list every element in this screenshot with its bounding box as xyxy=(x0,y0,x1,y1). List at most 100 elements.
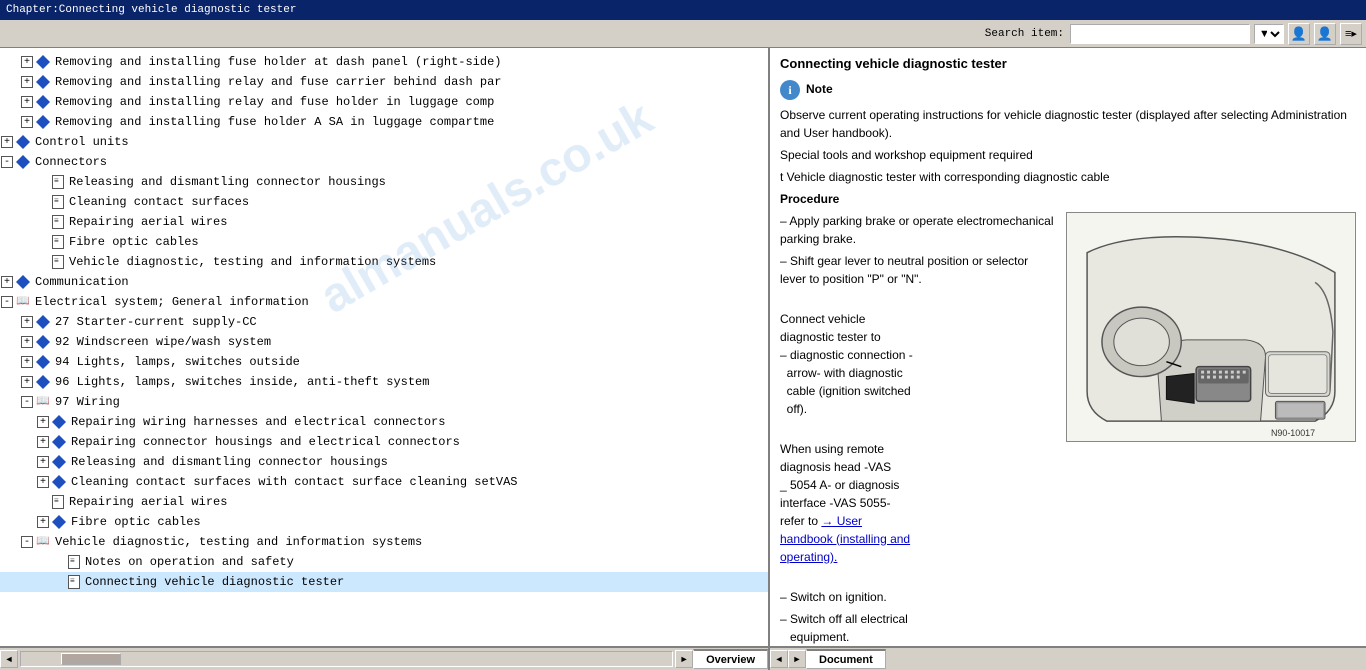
folder-icon-4 xyxy=(36,115,50,129)
tree-item-10[interactable]: Fibre optic cables xyxy=(0,232,768,252)
tree-item-18[interactable]: -📖97 Wiring xyxy=(0,392,768,412)
tree-label-17: 96 Lights, lamps, switches inside, anti-… xyxy=(55,373,429,391)
tree-label-27: Connecting vehicle diagnostic tester xyxy=(85,573,344,591)
doc-icon-10 xyxy=(52,235,64,249)
tree-item-23[interactable]: Repairing aerial wires xyxy=(0,492,768,512)
tree-label-3: Removing and installing relay and fuse h… xyxy=(55,93,494,111)
tree-label-20: Repairing connector housings and electri… xyxy=(71,433,460,451)
folder-icon-3 xyxy=(36,95,50,109)
tab-overview[interactable]: Overview xyxy=(693,649,768,669)
tree-item-9[interactable]: Repairing aerial wires xyxy=(0,212,768,232)
folder-icon-1 xyxy=(36,55,50,69)
folder-icon-5 xyxy=(16,135,30,149)
tree-content[interactable]: + Removing and installing fuse holder at … xyxy=(0,48,768,646)
horizontal-scrollbar-left[interactable] xyxy=(20,651,673,667)
scroll-right-btn-2[interactable]: ► xyxy=(788,650,806,668)
tree-item-21[interactable]: +Releasing and dismantling connector hou… xyxy=(0,452,768,472)
scrollbar-thumb-left[interactable] xyxy=(61,653,121,665)
tree-label-22: Cleaning contact surfaces with contact s… xyxy=(71,473,517,491)
tree-item-25[interactable]: -📖 Vehicle diagnostic, testing and inform… xyxy=(0,532,768,552)
expand-icon-16[interactable]: + xyxy=(21,356,33,368)
tree-item-12[interactable]: + Communication xyxy=(0,272,768,292)
tree-item-3[interactable]: + Removing and installing relay and fuse … xyxy=(0,92,768,112)
doc-icon-23 xyxy=(52,495,64,509)
tree-item-13[interactable]: -📖 Electrical system; General information xyxy=(0,292,768,312)
handbook-link[interactable]: → Userhandbook (installing andoperating)… xyxy=(780,514,910,564)
tree-item-24[interactable]: + Fibre optic cables xyxy=(0,512,768,532)
doc-title: Connecting vehicle diagnostic tester xyxy=(780,54,1356,74)
tree-item-4[interactable]: + Removing and installing fuse holder A S… xyxy=(0,112,768,132)
expand-icon-17[interactable]: + xyxy=(21,376,33,388)
tree-item-11[interactable]: Vehicle diagnostic, testing and informat… xyxy=(0,252,768,272)
scroll-right-btn[interactable]: ► xyxy=(675,650,693,668)
step-2: – Shift gear lever to neutral position o… xyxy=(780,252,1056,288)
step-5: – Switch on ignition. xyxy=(780,588,1056,606)
tree-label-10: Fibre optic cables xyxy=(69,233,199,251)
expand-icon-5[interactable]: + xyxy=(1,136,13,148)
expand-icon-21[interactable]: + xyxy=(37,456,49,468)
tree-item-7[interactable]: Releasing and dismantling connector hous… xyxy=(0,172,768,192)
note-box-1: i Note xyxy=(780,80,1356,100)
tree-item-22[interactable]: + Cleaning contact surfaces with contact … xyxy=(0,472,768,492)
expand-icon-24[interactable]: + xyxy=(37,516,49,528)
scroll-left-btn[interactable]: ◄ xyxy=(0,650,18,668)
tree-item-14[interactable]: +27 Starter-current supply-CC xyxy=(0,312,768,332)
car-diagram-svg: N90-10017 xyxy=(1067,213,1355,441)
expand-icon-19[interactable]: + xyxy=(37,416,49,428)
step-6: – Switch off all electrical equipment. xyxy=(780,610,1056,646)
expand-icon-1[interactable]: + xyxy=(21,56,33,68)
tree-item-1[interactable]: + Removing and installing fuse holder at … xyxy=(0,52,768,72)
tree-label-25: Vehicle diagnostic, testing and informat… xyxy=(55,533,422,551)
left-panel: + Removing and installing fuse holder at … xyxy=(0,48,770,646)
expand-icon-13[interactable]: - xyxy=(1,296,13,308)
expand-icon-22[interactable]: + xyxy=(37,476,49,488)
note-text-1: Observe current operating instructions f… xyxy=(780,106,1356,208)
expand-icon-25[interactable]: - xyxy=(21,536,33,548)
expand-icon-2[interactable]: + xyxy=(21,76,33,88)
expand-icon-15[interactable]: + xyxy=(21,336,33,348)
tree-item-27[interactable]: Connecting vehicle diagnostic tester xyxy=(0,572,768,592)
tree-item-2[interactable]: + Removing and installing relay and fuse … xyxy=(0,72,768,92)
tree-label-13: Electrical system; General information xyxy=(35,293,309,311)
toolbar-menu-btn[interactable]: ≡▸ xyxy=(1340,23,1362,45)
openbook-icon-25: 📖 xyxy=(35,536,51,548)
search-input[interactable] xyxy=(1070,24,1250,44)
tree-item-19[interactable]: + Repairing wiring harnesses and electric… xyxy=(0,412,768,432)
tree-label-2: Removing and installing relay and fuse c… xyxy=(55,73,501,91)
tree-label-5: Control units xyxy=(35,133,129,151)
tree-label-23: Repairing aerial wires xyxy=(69,493,227,511)
tree-item-6[interactable]: -Connectors xyxy=(0,152,768,172)
tree-item-16[interactable]: +94 Lights, lamps, switches outside xyxy=(0,352,768,372)
procedure-section: – Apply parking brake or operate electro… xyxy=(780,212,1356,647)
expand-icon-18[interactable]: - xyxy=(21,396,33,408)
openbook-icon-13: 📖 xyxy=(15,296,31,308)
folder-icon-2 xyxy=(36,75,50,89)
tree-item-5[interactable]: + Control units xyxy=(0,132,768,152)
scroll-left-btn-2[interactable]: ◄ xyxy=(770,650,788,668)
toolbar: Search item: ▼ 👤 👤 ≡▸ xyxy=(0,20,1366,48)
tree-label-12: Communication xyxy=(35,273,129,291)
procedure-text: – Apply parking brake or operate electro… xyxy=(780,212,1056,647)
expand-icon-20[interactable]: + xyxy=(37,436,49,448)
search-label: Search item: xyxy=(985,28,1064,40)
expand-icon-4[interactable]: + xyxy=(21,116,33,128)
expand-icon-3[interactable]: + xyxy=(21,96,33,108)
tree-label-24: Fibre optic cables xyxy=(71,513,201,531)
tree-item-15[interactable]: +92 Windscreen wipe/wash system xyxy=(0,332,768,352)
tree-item-20[interactable]: + Repairing connector housings and electr… xyxy=(0,432,768,452)
tree-item-26[interactable]: Notes on operation and safety xyxy=(0,552,768,572)
tree-label-1: Removing and installing fuse holder at d… xyxy=(55,53,501,71)
expand-icon-6[interactable]: - xyxy=(1,156,13,168)
tree-item-8[interactable]: Cleaning contact surfaces xyxy=(0,192,768,212)
folder-icon-16 xyxy=(36,355,50,369)
tree-label-19: Repairing wiring harnesses and electrica… xyxy=(71,413,445,431)
toolbar-user-btn2[interactable]: 👤 xyxy=(1314,23,1336,45)
expand-icon-14[interactable]: + xyxy=(21,316,33,328)
toolbar-user-btn1[interactable]: 👤 xyxy=(1288,23,1310,45)
tab-document[interactable]: Document xyxy=(806,649,886,669)
note-icon-1: i xyxy=(780,80,800,100)
search-dropdown[interactable]: ▼ xyxy=(1254,24,1284,44)
tree-label-4: Removing and installing fuse holder A SA… xyxy=(55,113,494,131)
expand-icon-12[interactable]: + xyxy=(1,276,13,288)
tree-item-17[interactable]: +96 Lights, lamps, switches inside, anti… xyxy=(0,372,768,392)
